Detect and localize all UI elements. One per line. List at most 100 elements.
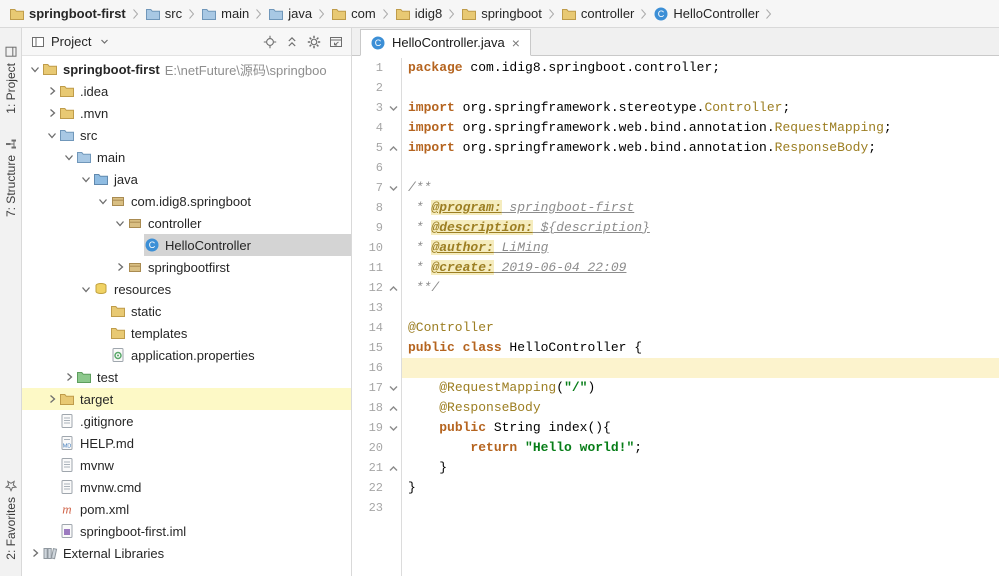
tree-chevron-down-icon[interactable] bbox=[113, 219, 127, 228]
close-icon[interactable]: × bbox=[511, 36, 521, 50]
breadcrumb-item-HelloController[interactable]: C HelloController bbox=[650, 6, 762, 22]
tree-row-application.properties[interactable]: application.properties bbox=[22, 344, 351, 366]
code-line-17[interactable]: 17 @RequestMapping("/") bbox=[352, 378, 999, 398]
collapse-all-icon[interactable] bbox=[284, 34, 299, 49]
tree-chevron-down-icon[interactable] bbox=[28, 65, 42, 74]
code-line-8[interactable]: 8 * @program: springboot-first bbox=[352, 198, 999, 218]
code-line-15[interactable]: 15 public class HelloController { bbox=[352, 338, 999, 358]
stripe-favorites-icon bbox=[4, 480, 17, 493]
editor-tab-hellocontroller-java[interactable]: C HelloController.java × bbox=[360, 29, 531, 56]
breadcrumb-item-java[interactable]: java bbox=[265, 6, 315, 22]
code-line-10[interactable]: 10 * @author: LiMing bbox=[352, 238, 999, 258]
fold-up-icon[interactable] bbox=[386, 278, 402, 298]
panel-title[interactable]: Project bbox=[51, 34, 91, 49]
code-line-16[interactable]: 16 bbox=[352, 358, 999, 378]
code-line-22[interactable]: 22 } bbox=[352, 478, 999, 498]
project-view-icon bbox=[30, 34, 45, 49]
chevron-down-icon[interactable] bbox=[97, 34, 112, 49]
tree-row-src[interactable]: src bbox=[22, 124, 351, 146]
tree-row-static[interactable]: static bbox=[22, 300, 351, 322]
tool-tab-structure[interactable]: 7: Structure bbox=[4, 138, 18, 217]
tree-row-com.idig8.springboot[interactable]: com.idig8.springboot bbox=[22, 190, 351, 212]
tree-chevron-down-icon[interactable] bbox=[79, 285, 93, 294]
tree-row-springbootfirst[interactable]: springbootfirst bbox=[22, 256, 351, 278]
fold-up-icon[interactable] bbox=[386, 138, 402, 158]
breadcrumb-item-springboot-first[interactable]: springboot-first bbox=[6, 6, 129, 22]
code-line-13[interactable]: 13 bbox=[352, 298, 999, 318]
tree-chevron-down-icon[interactable] bbox=[96, 197, 110, 206]
breadcrumb-item-com[interactable]: com bbox=[328, 6, 379, 22]
code-line-9[interactable]: 9 * @description: ${description} bbox=[352, 218, 999, 238]
code-line-3[interactable]: 3 import org.springframework.stereotype.… bbox=[352, 98, 999, 118]
tree-row-springboot-first[interactable]: springboot-first E:\netFuture\源码\springb… bbox=[22, 58, 351, 80]
code-line-6[interactable]: 6 bbox=[352, 158, 999, 178]
tree-row-pom.xml[interactable]: m pom.xml bbox=[22, 498, 351, 520]
code-line-20[interactable]: 20 return "Hello world!"; bbox=[352, 438, 999, 458]
code-line-12[interactable]: 12 **/ bbox=[352, 278, 999, 298]
tree-row-.idea[interactable]: .idea bbox=[22, 80, 351, 102]
code-line-18[interactable]: 18 @ResponseBody bbox=[352, 398, 999, 418]
tree-chevron-right-icon[interactable] bbox=[45, 86, 59, 96]
code-line-19[interactable]: 19 public String index(){ bbox=[352, 418, 999, 438]
fold-up-icon[interactable] bbox=[386, 398, 402, 418]
tree-label: com.idig8.springboot bbox=[131, 193, 251, 209]
chevron-right-icon bbox=[252, 8, 265, 20]
fold-up-icon[interactable] bbox=[386, 458, 402, 478]
code-line-23[interactable]: 23 bbox=[352, 498, 999, 518]
tree-chevron-right-icon[interactable] bbox=[45, 394, 59, 404]
code-line-11[interactable]: 11 * @create: 2019-06-04 22:09 bbox=[352, 258, 999, 278]
tree-row-test[interactable]: test bbox=[22, 366, 351, 388]
editor-tab-bar: C HelloController.java × bbox=[352, 28, 999, 56]
tree-row-HelloController[interactable]: C HelloController bbox=[22, 234, 351, 256]
breadcrumb-item-src[interactable]: src bbox=[142, 6, 185, 22]
tree-row-External Libraries[interactable]: External Libraries bbox=[22, 542, 351, 564]
code-line-7[interactable]: 7 /** bbox=[352, 178, 999, 198]
code-line-21[interactable]: 21 } bbox=[352, 458, 999, 478]
tree-chevron-right-icon[interactable] bbox=[113, 262, 127, 272]
tool-tab-favorites[interactable]: 2: Favorites bbox=[4, 480, 18, 560]
hide-icon[interactable] bbox=[328, 34, 343, 49]
breadcrumb-item-controller[interactable]: controller bbox=[558, 6, 637, 22]
code-line-2[interactable]: 2 bbox=[352, 78, 999, 98]
breadcrumb-item-springboot[interactable]: springboot bbox=[458, 6, 545, 22]
tree-chevron-down-icon[interactable] bbox=[62, 153, 76, 162]
tree-row-.gitignore[interactable]: .gitignore bbox=[22, 410, 351, 432]
locate-icon[interactable] bbox=[262, 34, 277, 49]
tree-row-main[interactable]: main bbox=[22, 146, 351, 168]
tree-chevron-right-icon[interactable] bbox=[28, 548, 42, 558]
breadcrumb-item-main[interactable]: main bbox=[198, 6, 252, 22]
fold-down-icon[interactable] bbox=[386, 418, 402, 438]
tree-label: springboot-first bbox=[63, 61, 160, 77]
folder-blue-icon bbox=[268, 6, 284, 22]
tree-row-resources[interactable]: resources bbox=[22, 278, 351, 300]
tree-row-HELP.md[interactable]: MD HELP.md bbox=[22, 432, 351, 454]
code-line-4[interactable]: 4 import org.springframework.web.bind.an… bbox=[352, 118, 999, 138]
code-editor[interactable]: 1 package com.idig8.springboot.controlle… bbox=[352, 56, 999, 576]
code-line-14[interactable]: 14 @Controller bbox=[352, 318, 999, 338]
code-line-1[interactable]: 1 package com.idig8.springboot.controlle… bbox=[352, 58, 999, 78]
code-line-5[interactable]: 5 import org.springframework.web.bind.an… bbox=[352, 138, 999, 158]
tree-row-java[interactable]: java bbox=[22, 168, 351, 190]
tree-row-springboot-first.iml[interactable]: springboot-first.iml bbox=[22, 520, 351, 542]
breadcrumb-item-idig8[interactable]: idig8 bbox=[392, 6, 445, 22]
code-line-text bbox=[402, 358, 999, 378]
tree-row-.mvn[interactable]: .mvn bbox=[22, 102, 351, 124]
tree-row-target[interactable]: target bbox=[22, 388, 351, 410]
tree-row-controller[interactable]: controller bbox=[22, 212, 351, 234]
tree-chevron-down-icon[interactable] bbox=[45, 131, 59, 140]
fold-down-icon[interactable] bbox=[386, 98, 402, 118]
settings-gear-icon[interactable] bbox=[306, 34, 321, 49]
tool-tab-project[interactable]: 1: Project bbox=[4, 46, 18, 114]
tree-chevron-right-icon[interactable] bbox=[45, 108, 59, 118]
fold-down-icon[interactable] bbox=[386, 378, 402, 398]
fold-down-icon[interactable] bbox=[386, 178, 402, 198]
tree-chevron-down-icon[interactable] bbox=[79, 175, 93, 184]
tree-row-templates[interactable]: templates bbox=[22, 322, 351, 344]
tree-chevron-right-icon[interactable] bbox=[62, 372, 76, 382]
tree-row-mvnw[interactable]: mvnw bbox=[22, 454, 351, 476]
tree-row-mvnw.cmd[interactable]: mvnw.cmd bbox=[22, 476, 351, 498]
